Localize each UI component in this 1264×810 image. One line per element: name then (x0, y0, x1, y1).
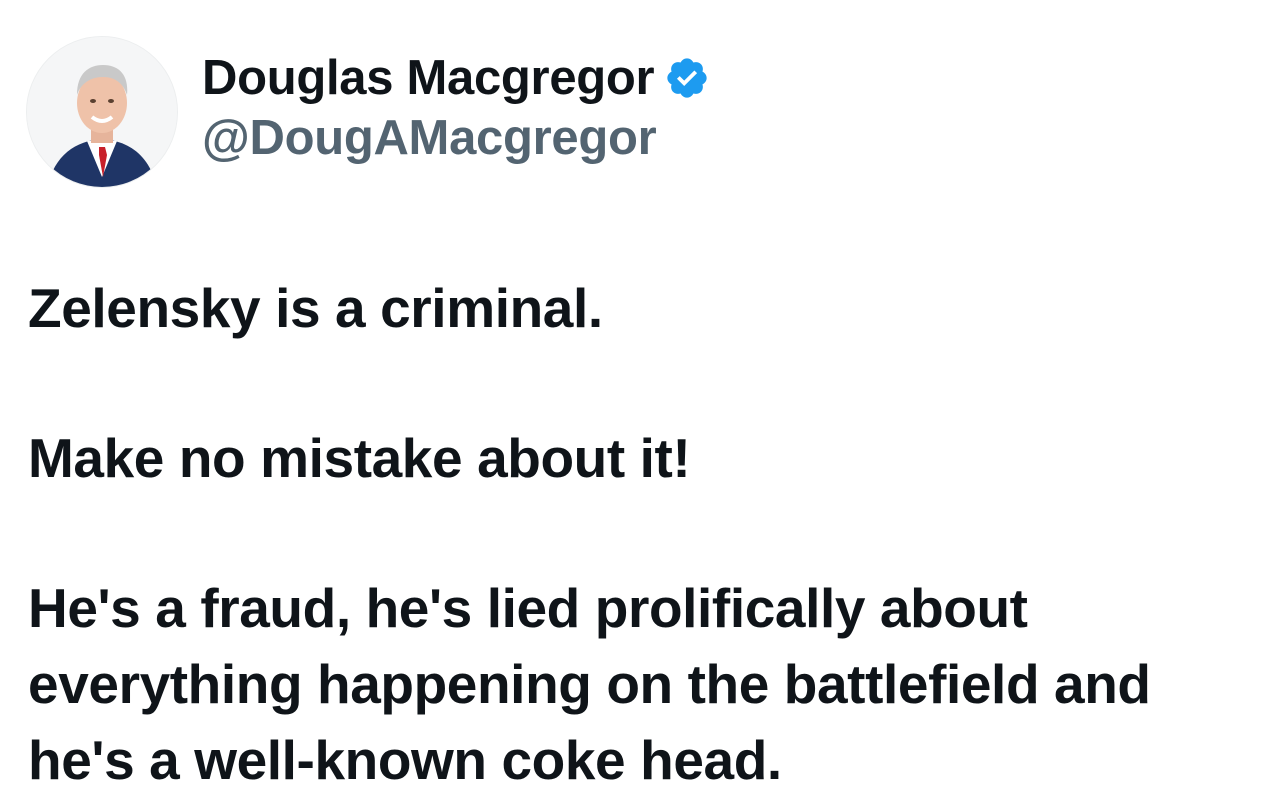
avatar[interactable] (26, 36, 178, 188)
user-handle[interactable]: @DougAMacgregor (202, 109, 710, 167)
tweet-paragraph-2: Make no mistake about it! (28, 427, 691, 489)
tweet-header: Douglas Macgregor @DougAMacgregor (26, 36, 710, 188)
tweet-card: Douglas Macgregor @DougAMacgregor Zelens… (0, 0, 1264, 810)
tweet-paragraph-3: He's a fraud, he's lied prolifically abo… (28, 577, 1151, 791)
name-row: Douglas Macgregor (202, 47, 710, 109)
display-name[interactable]: Douglas Macgregor (202, 50, 655, 106)
author-names: Douglas Macgregor @DougAMacgregor (202, 47, 710, 167)
tweet-paragraph-1: Zelensky is a criminal. (28, 277, 603, 339)
tweet-text: Zelensky is a criminal. Make no mistake … (28, 270, 1248, 798)
profile-photo-icon (27, 37, 177, 187)
verified-badge-icon[interactable] (664, 55, 710, 101)
